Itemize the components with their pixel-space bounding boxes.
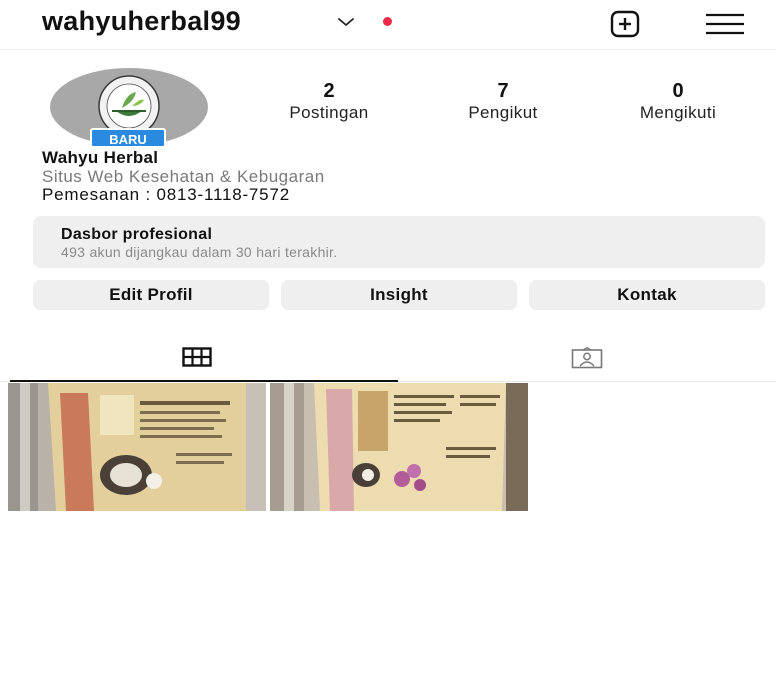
stat-value: 0 (672, 80, 684, 102)
tab-posts-grid[interactable] (10, 336, 398, 382)
stat-followers[interactable]: 7 Pengikut (442, 80, 564, 124)
stat-value: 2 (323, 80, 335, 102)
profile-tabs (0, 336, 776, 382)
top-bar: wahyuherbal99 (0, 0, 776, 50)
post-thumbnail[interactable] (270, 383, 528, 511)
display-name: Wahyu Herbal (42, 148, 159, 167)
chevron-down-icon[interactable] (337, 16, 355, 28)
profile-category: Situs Web Kesehatan & Kebugaran (42, 167, 325, 186)
dashboard-title: Dasbor profesional (61, 226, 213, 243)
edit-profile-button[interactable]: Edit Profil (33, 280, 269, 310)
professional-dashboard[interactable]: Dasbor profesional 493 akun dijangkau da… (33, 216, 765, 268)
product-photo-1 (8, 383, 266, 511)
create-post-icon[interactable] (610, 10, 640, 38)
tab-tagged[interactable] (398, 336, 776, 382)
post-thumbnail[interactable] (8, 383, 266, 511)
posts-grid (8, 383, 528, 511)
dashboard-subtitle: 493 akun dijangkau dalam 30 hari terakhi… (61, 244, 338, 260)
stat-label: Pengikut (468, 103, 538, 122)
menu-icon[interactable] (704, 12, 746, 36)
profile-bio: Pemesanan : 0813-1118-7572 (42, 185, 290, 204)
stat-label: Mengikuti (639, 103, 717, 122)
tagged-person-icon (571, 347, 603, 369)
product-photo-2 (270, 383, 528, 511)
stat-following[interactable]: 0 Mengikuti (610, 80, 746, 124)
grid-icon (182, 347, 212, 367)
stat-value: 7 (497, 80, 509, 102)
insight-button[interactable]: Insight (281, 280, 517, 310)
contact-button[interactable]: Kontak (529, 280, 765, 310)
notification-dot (383, 17, 392, 26)
new-badge: BARU (90, 128, 166, 148)
stat-posts[interactable]: 2 Postingan (262, 80, 396, 124)
stat-label: Postingan (289, 103, 369, 122)
account-username[interactable]: wahyuherbal99 (42, 6, 241, 37)
